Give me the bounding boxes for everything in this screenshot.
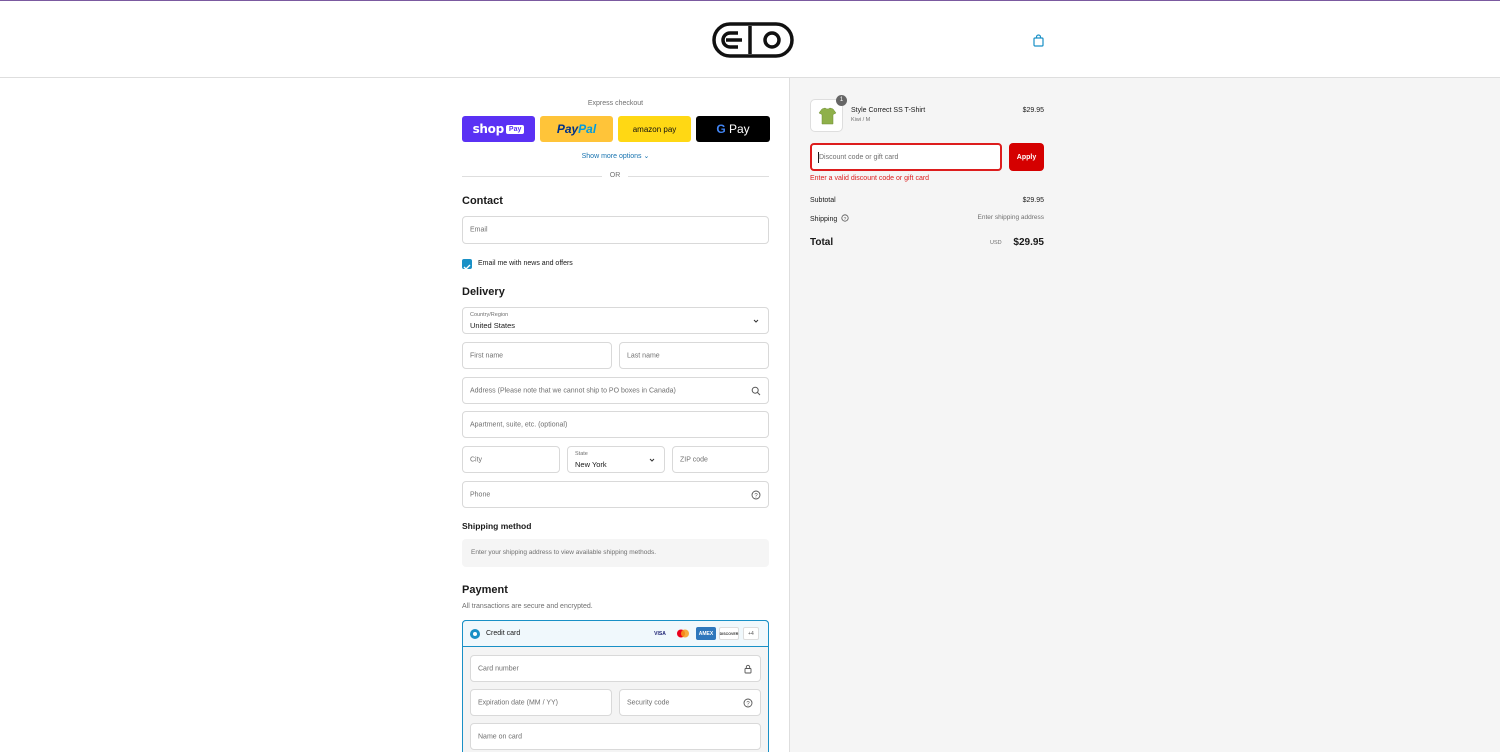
paypal-wordmark-pal: Pal	[578, 122, 597, 136]
apartment-field[interactable]: Apartment, suite, etc. (optional)	[462, 411, 769, 438]
amazon-pay-button[interactable]: amazon pay	[618, 116, 691, 142]
payment-heading: Payment	[462, 584, 508, 596]
shop-pay-badge: Pay	[505, 124, 525, 134]
name-on-card-field[interactable]: Name on card	[470, 723, 761, 750]
shipping-method-heading: Shipping method	[462, 521, 532, 531]
shipping-value: Enter shipping address	[977, 214, 1045, 221]
total-label: Total	[810, 237, 834, 248]
lock-icon	[744, 664, 752, 673]
checkmark-icon	[463, 264, 471, 270]
more-cards-badge: +4	[743, 627, 759, 640]
shopping-bag-icon[interactable]	[1032, 34, 1045, 47]
country-value: United States	[470, 321, 516, 330]
state-select[interactable]: State New York	[567, 446, 665, 473]
email-field[interactable]: Email	[462, 216, 769, 244]
credit-card-radio[interactable]	[470, 629, 480, 639]
chevron-down-icon	[649, 458, 655, 462]
google-pay-button[interactable]: G Pay	[696, 116, 770, 142]
expiration-placeholder: Expiration date (MM / YY)	[478, 699, 559, 706]
product-variant: Kiwi / M	[851, 117, 871, 123]
paypal-button[interactable]: Pay Pal	[540, 116, 613, 142]
total-currency: USD	[990, 240, 1002, 246]
credit-card-label: Credit card	[486, 630, 521, 637]
shipping-method-notice: Enter your shipping address to view avai…	[462, 539, 769, 567]
expiration-field[interactable]: Expiration date (MM / YY)	[470, 689, 612, 716]
state-label: State	[575, 451, 588, 457]
city-placeholder: City	[470, 456, 483, 463]
security-code-field[interactable]: Security code ?	[619, 689, 761, 716]
amex-card-icon: AMEX	[696, 627, 716, 640]
help-circle-icon[interactable]: ?	[751, 490, 761, 500]
or-divider-right	[628, 176, 769, 177]
security-code-placeholder: Security code	[627, 699, 670, 706]
discover-card-icon: DISCOVER	[719, 627, 739, 640]
discount-placeholder: Discount code or gift card	[819, 154, 899, 161]
phone-field[interactable]: Phone ?	[462, 481, 769, 508]
payment-secure-note: All transactions are secure and encrypte…	[462, 603, 593, 610]
address-field[interactable]: Address (Please note that we cannot ship…	[462, 377, 769, 404]
quantity-badge: 1	[836, 95, 847, 106]
shop-pay-button[interactable]: shop Pay	[462, 116, 535, 142]
amazon-pay-wordmark: amazon pay	[632, 124, 677, 134]
help-circle-icon[interactable]: ?	[743, 698, 753, 708]
product-name: Style Correct SS T-Shirt	[851, 107, 926, 114]
shop-pay-wordmark: shop	[472, 122, 505, 136]
newsletter-label: Email me with news and offers	[478, 260, 573, 267]
state-value: New York	[575, 460, 607, 469]
name-on-card-placeholder: Name on card	[478, 733, 522, 740]
svg-text:?: ?	[844, 216, 847, 222]
or-divider-left	[462, 176, 602, 177]
last-name-field[interactable]: Last name	[619, 342, 769, 369]
first-name-field[interactable]: First name	[462, 342, 612, 369]
delivery-heading: Delivery	[462, 286, 505, 298]
newsletter-checkbox[interactable]	[462, 259, 472, 270]
show-more-options-link[interactable]: Show more options ⌄	[462, 152, 769, 160]
header	[0, 1, 1500, 78]
city-field[interactable]: City	[462, 446, 560, 473]
email-placeholder: Email	[470, 226, 488, 234]
google-g-icon: G	[716, 122, 726, 136]
apply-discount-button[interactable]: Apply	[1009, 143, 1044, 171]
help-circle-icon[interactable]: ?	[841, 214, 849, 222]
country-select[interactable]: Country/Region United States	[462, 307, 769, 334]
zip-placeholder: ZIP code	[680, 456, 708, 463]
apartment-placeholder: Apartment, suite, etc. (optional)	[470, 421, 568, 428]
shipping-method-message: Enter your shipping address to view avai…	[471, 549, 656, 556]
brand-logo[interactable]	[712, 22, 794, 58]
or-divider-text: OR	[609, 172, 621, 179]
phone-placeholder: Phone	[470, 491, 491, 498]
last-name-placeholder: Last name	[627, 352, 660, 359]
shipping-label: Shipping ?	[810, 214, 849, 223]
search-icon	[751, 386, 761, 395]
discount-error-message: Enter a valid discount code or gift card	[810, 175, 930, 182]
shipping-label-text: Shipping	[810, 216, 838, 223]
subtotal-label: Subtotal	[810, 197, 836, 204]
country-label: Country/Region	[470, 312, 509, 318]
first-name-placeholder: First name	[470, 352, 504, 359]
paypal-wordmark-pay: Pay	[556, 122, 579, 136]
discount-code-input[interactable]: Discount code or gift card	[810, 143, 1002, 171]
express-checkout-title: Express checkout	[587, 100, 644, 107]
total-value: $29.95	[1013, 237, 1044, 248]
zip-field[interactable]: ZIP code	[672, 446, 769, 473]
google-pay-wordmark: Pay	[725, 122, 750, 136]
mastercard-icon	[674, 627, 692, 640]
address-placeholder: Address (Please note that we cannot ship…	[470, 387, 676, 394]
card-number-placeholder: Card number	[478, 665, 519, 672]
product-price: $29.95	[1022, 107, 1044, 114]
card-number-field[interactable]: Card number	[470, 655, 761, 682]
visa-card-icon: VISA	[654, 630, 666, 637]
chevron-down-icon	[753, 319, 759, 323]
subtotal-value: $29.95	[1022, 197, 1044, 204]
contact-heading: Contact	[462, 195, 503, 207]
